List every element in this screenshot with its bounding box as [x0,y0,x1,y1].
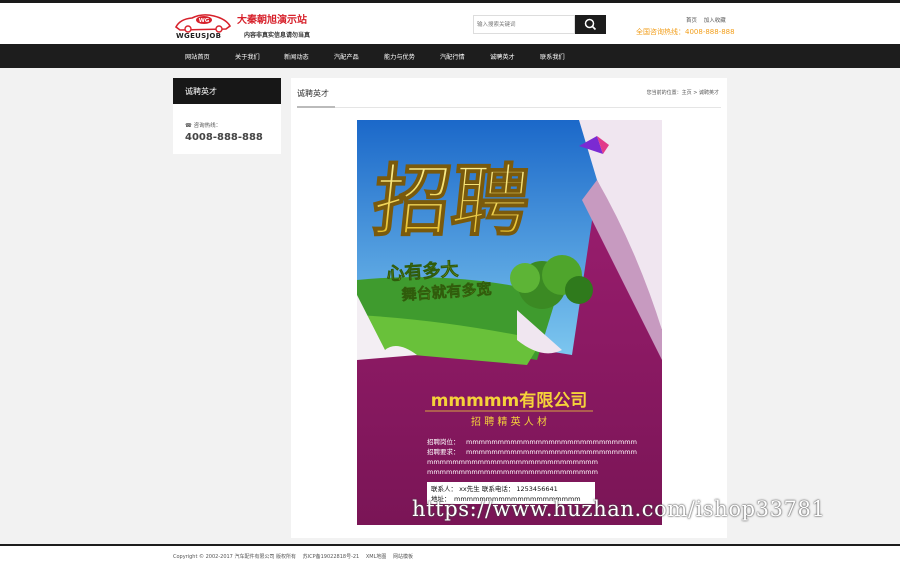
search-input[interactable] [473,15,575,34]
icp-link[interactable]: 苏ICP备19022818号-21 [303,554,360,560]
sidebar-contact-box: ☎ 咨询热线： 4008-888-888 [173,104,281,154]
poster-filler-2: mmmmmmmmmmmmmmmmmmmmmmmmmmm [466,448,637,456]
nav-item-contact[interactable]: 联系我们 [540,52,565,61]
nav-item-products[interactable]: 汽配产品 [334,52,359,61]
nav-item-jobs[interactable]: 诚聘英才 [490,52,515,61]
poster-filler-1: mmmmmmmmmmmmmmmmmmmmmmmmmmm [466,438,637,446]
top-links: 首页 加入收藏 [686,16,731,24]
site-name[interactable]: 大秦朝旭演示站 [237,11,307,26]
watermark-text: https://www.huzhan.com/ishop33781 [412,497,826,521]
sidebar-title: 诚聘英才 [173,78,281,104]
phone-icon: ☎ [185,123,194,129]
nav-item-market[interactable]: 汽配行情 [440,52,465,61]
title-underline [297,106,335,108]
search-button[interactable] [575,15,606,34]
poster-image: 招聘 心有多大 舞台就有多宽 mmmmm有限公司 招 聘 精 英 人 材 招聘岗… [357,120,662,525]
main-content: 诚聘英才 您当前的位置：主页 > 诚聘英才 招聘 心有多大 舞台就有多宽 mmm… [291,78,727,538]
hotline-text: 全国咨询热线：4008-888-888 [636,28,735,36]
site-header: WG WGEUSJOB 大秦朝旭演示站 内容非真实信息请勿当真 首页 加入收藏 … [0,3,900,44]
home-link[interactable]: 首页 [686,18,697,24]
page-title: 诚聘英才 [297,89,329,98]
logo-wordmark: WGEUSJOB [176,32,222,40]
search-icon [584,18,597,31]
site-slogan: 内容非真实信息请勿当真 [244,32,311,39]
main-nav: 网站首页 关于我们 新闻动态 汽配产品 能力与优势 汽配行情 诚聘英才 联系我们 [0,44,900,68]
poster-job-label: 招聘岗位： [427,437,460,446]
phone-number: 4008-888-888 [185,132,263,143]
poster-filler-4: mmmmmmmmmmmmmmmmmmmmmmmmmmm [427,468,598,476]
sitemap-link[interactable]: XML地图 [366,554,387,560]
breadcrumb: 您当前的位置：主页 > 诚聘英才 [646,90,719,96]
nav-item-strengths[interactable]: 能力与优势 [384,52,415,61]
poster-headline: 招聘 [369,156,535,247]
nav-item-home[interactable]: 网站首页 [185,52,210,61]
nav-item-news[interactable]: 新闻动态 [284,52,309,61]
site-footer: Copyright © 2002-2017 汽车配件有限公司 版权所有 苏ICP… [0,546,900,566]
poster-req-label: 招聘要求： [427,447,460,456]
poster-filler-3: mmmmmmmmmmmmmmmmmmmmmmmmmmm [427,458,598,466]
copyright: Copyright © 2002-2017 汽车配件有限公司 版权所有 [173,554,297,560]
title-divider [297,107,721,108]
phone-label: 咨询热线： [193,123,222,129]
poster-subtitle: 招 聘 精 英 人 材 [471,415,547,428]
phone-label-row: ☎ 咨询热线： [185,121,221,129]
footer-text: Copyright © 2002-2017 汽车配件有限公司 版权所有 苏ICP… [173,553,418,560]
recruitment-poster: 招聘 心有多大 舞台就有多宽 mmmmm有限公司 招 聘 精 英 人 材 招聘岗… [357,120,662,525]
template-link[interactable]: 网站模板 [393,554,413,560]
logo-badge-text: WG [199,18,210,24]
poster-contact: 联系人： xx先生 联系电话： 1253456641 [431,484,558,493]
poster-company: mmmmm有限公司 [431,390,588,411]
add-favorite-link[interactable]: 加入收藏 [704,18,726,24]
nav-item-about[interactable]: 关于我们 [235,52,260,61]
